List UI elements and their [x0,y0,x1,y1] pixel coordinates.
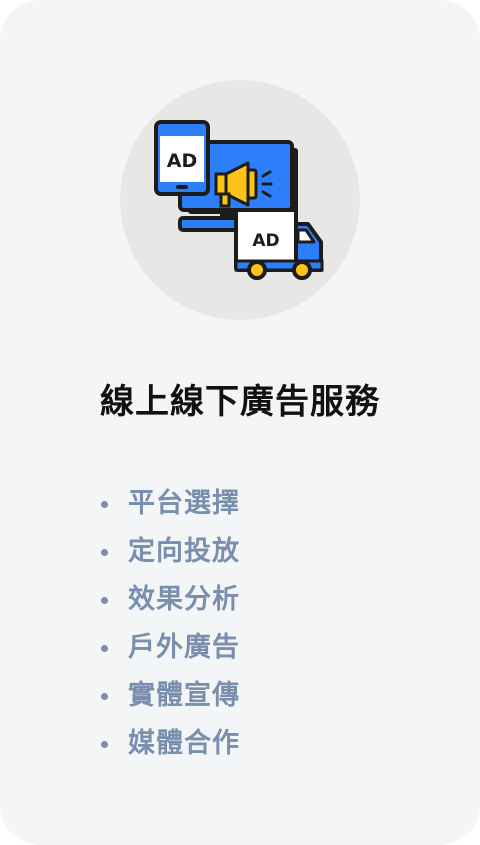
list-item: 媒體合作 [96,720,240,768]
bullet-dot [101,597,108,604]
bullet-dot [101,741,108,748]
list-item: 效果分析 [96,576,240,624]
phone-ad-label: AD [167,150,197,172]
bullet-dot [101,501,108,508]
list-item: 實體宣傳 [96,672,240,720]
list-item: 定向投放 [96,528,240,576]
service-list: 平台選擇 定向投放 效果分析 戶外廣告 實體宣傳 媒體合作 [96,480,240,768]
list-item-label: 定向投放 [128,536,240,567]
bullet-dot [101,645,108,652]
advertising-icon: AD AD [154,120,324,280]
list-item-label: 效果分析 [128,584,240,615]
illustration-circle: AD AD [120,80,360,320]
delivery-truck-icon: AD [234,208,324,280]
list-item-label: 平台選擇 [128,488,240,519]
list-item-label: 實體宣傳 [128,680,240,711]
card-title: 線上線下廣告服務 [100,382,380,422]
bullet-dot [101,549,108,556]
list-item: 平台選擇 [96,480,240,528]
bullet-dot [101,693,108,700]
list-item-label: 媒體合作 [128,728,240,759]
list-item: 戶外廣告 [96,624,240,672]
service-card: AD AD 線上線下廣告服務 平台選擇 定向投放 效果分析 戶外廣告 實體宣傳 … [0,0,480,845]
smartphone-icon: AD [154,120,210,196]
truck-ad-label: AD [252,231,279,251]
list-item-label: 戶外廣告 [128,632,240,663]
